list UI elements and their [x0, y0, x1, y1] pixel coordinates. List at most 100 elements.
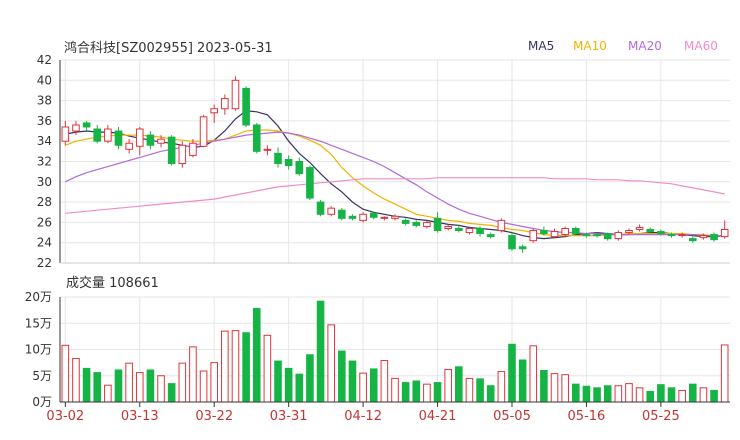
date-axis: 03-02 03-13 03-22 03-31 04-12 04-21 05-05 05-16… — [46, 401, 730, 424]
candle-body — [93, 128, 102, 142]
volume-bar — [61, 344, 70, 403]
volume-bar — [561, 374, 569, 403]
candle-body — [146, 134, 155, 146]
volume-bar — [93, 372, 102, 403]
price-tick-label: 40 — [37, 73, 52, 87]
candle-body — [561, 227, 569, 236]
candle-body — [72, 124, 80, 132]
candle-body — [338, 209, 346, 219]
volume-bar — [338, 350, 346, 403]
volume-bar — [571, 383, 580, 403]
volume-bar — [593, 387, 601, 403]
candle-body — [231, 79, 240, 110]
volume-bar — [199, 370, 208, 403]
candle-body — [465, 227, 474, 234]
volume-bar — [625, 383, 633, 403]
candle-body — [306, 167, 314, 199]
candle-body — [125, 142, 133, 150]
candle-body — [369, 212, 378, 218]
candle-body — [497, 219, 506, 232]
x-tick-label: 05-05 — [493, 409, 531, 424]
volume-bar — [210, 362, 219, 403]
volume-tick-label: 0万 — [32, 395, 52, 409]
volume-bar — [189, 346, 197, 403]
candle-body — [221, 98, 229, 110]
volume-bar — [263, 334, 272, 403]
volume-bar — [167, 383, 176, 403]
volume-bar — [104, 384, 112, 403]
volume-bar — [125, 362, 133, 403]
candle-body — [380, 216, 389, 219]
candle-body — [455, 227, 463, 232]
candle-body — [104, 128, 112, 142]
volume-bar — [444, 368, 452, 403]
volume-bar — [550, 373, 559, 403]
volume-bar — [518, 359, 527, 403]
volume-bar — [157, 375, 165, 403]
volume-bar — [412, 380, 421, 403]
candle-body — [635, 226, 644, 231]
volume-bar — [316, 300, 325, 403]
volume-bar — [710, 389, 718, 403]
candle-body — [688, 238, 697, 242]
x-tick-label: 03-13 — [121, 409, 159, 424]
candle-body — [433, 217, 442, 232]
volume-label: 成交量 108661 — [66, 275, 159, 291]
price-tick-label: 30 — [37, 175, 52, 189]
volume-bar — [72, 357, 80, 403]
volume-bar — [508, 343, 516, 403]
candle-body — [423, 221, 431, 227]
candle-body — [327, 207, 335, 215]
volume-tick-label: 15万 — [25, 316, 52, 330]
volume-tick-label: 5万 — [32, 369, 52, 383]
ma-line-ma60 — [65, 177, 725, 214]
volume-bar — [635, 387, 644, 403]
candle-body — [550, 231, 559, 238]
candle-body — [189, 142, 197, 156]
candle-body — [199, 116, 208, 147]
volume-bar — [221, 330, 229, 403]
legend-ma5: MA5 — [528, 39, 554, 53]
volume-bar — [476, 378, 484, 403]
candle-body — [295, 161, 304, 175]
volume-bar — [582, 385, 591, 403]
volume-bar — [359, 372, 367, 403]
volume-bar — [497, 371, 506, 403]
x-tick-label: 05-16 — [568, 409, 606, 424]
price-tick-label: 32 — [37, 155, 52, 169]
volume-bar — [327, 324, 335, 403]
volume-bars — [61, 300, 729, 403]
candle-body — [348, 215, 357, 219]
candle-body — [540, 230, 548, 235]
candle-body — [529, 230, 538, 242]
candle-body — [114, 130, 123, 146]
volume-bar — [114, 369, 123, 403]
candle-body — [720, 229, 729, 238]
price-tick-label: 24 — [37, 236, 52, 250]
candle-body — [508, 235, 516, 250]
volume-bar — [178, 362, 187, 403]
candle-body — [603, 233, 612, 240]
candle-body — [486, 234, 495, 238]
volume-bar — [699, 387, 708, 403]
volume-bar — [348, 360, 357, 403]
candle-body — [252, 124, 261, 152]
volume-bar — [614, 385, 623, 403]
price-tick-label: 38 — [37, 94, 52, 108]
volume-bar — [540, 370, 548, 403]
x-tick-label: 03-02 — [46, 409, 84, 424]
candle-body — [625, 230, 633, 234]
volume-bar — [306, 354, 314, 403]
price-tick-label: 26 — [37, 215, 52, 229]
candle-body — [284, 158, 293, 167]
candle-body — [359, 213, 367, 221]
volume-bar — [433, 382, 442, 403]
candle-body — [667, 234, 676, 237]
volume-bar — [284, 367, 293, 403]
candle-body — [646, 229, 655, 233]
volume-bar — [465, 377, 474, 403]
volume-bar — [401, 382, 410, 403]
price-tick-label: 22 — [37, 256, 52, 270]
volume-bar — [657, 384, 665, 403]
volume-bar — [274, 360, 282, 403]
